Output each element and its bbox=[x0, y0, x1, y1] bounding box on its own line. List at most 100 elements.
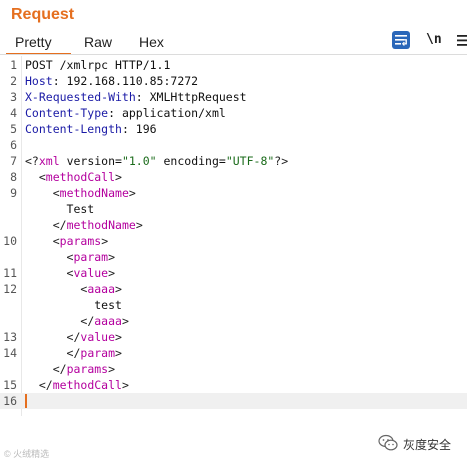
code-line[interactable]: 1 POST /xmlrpc HTTP/1.1 bbox=[0, 57, 467, 73]
code-line[interactable]: 3 X-Requested-With: XMLHttpRequest bbox=[0, 89, 467, 105]
line-number: 16 bbox=[3, 394, 17, 408]
xml-tag-name: params bbox=[66, 362, 109, 376]
code-line[interactable]: 9 <methodName> bbox=[0, 185, 467, 201]
code-line[interactable]: 7 <?xml version="1.0" encoding="UTF-8"?> bbox=[0, 153, 467, 169]
line-content: </methodName> bbox=[25, 217, 143, 233]
line-number: 4 bbox=[10, 106, 17, 120]
xml-tag-name: xml bbox=[38, 154, 60, 168]
xml-punctuation: </ bbox=[66, 330, 81, 344]
xml-punctuation: > bbox=[128, 186, 136, 200]
code-line[interactable]: 11 <value> bbox=[0, 265, 467, 281]
xml-tag-name: param bbox=[73, 250, 109, 264]
xml-tag-name: value bbox=[80, 330, 116, 344]
xml-tag-name: methodName bbox=[66, 218, 136, 232]
xml-tag-name: param bbox=[80, 346, 116, 360]
brand-name: 灰度安全 bbox=[403, 438, 452, 452]
code-text: : 196 bbox=[121, 122, 157, 136]
code-text: Test bbox=[25, 202, 95, 216]
xml-punctuation: > bbox=[101, 234, 109, 248]
xml-tag-name: methodCall bbox=[52, 378, 122, 392]
line-number: 13 bbox=[3, 330, 17, 344]
line-content: <?xml version="1.0" encoding="UTF-8"?> bbox=[25, 153, 288, 169]
watermark-left: © 火绒精选 bbox=[4, 449, 50, 459]
line-content: Content-Type: application/xml bbox=[25, 105, 226, 121]
request-editor[interactable]: 1 POST /xmlrpc HTTP/1.1 2 Host: 192.168.110… bbox=[0, 56, 467, 416]
line-content: <methodCall> bbox=[25, 169, 122, 185]
header-name: Content-Type bbox=[25, 106, 109, 120]
code-line[interactable]: 4 Content-Type: application/xml bbox=[0, 105, 467, 121]
line-number: 1 bbox=[10, 58, 17, 72]
line-number: 12 bbox=[3, 282, 17, 296]
xml-punctuation: </ bbox=[66, 346, 81, 360]
code-line[interactable]: 2 Host: 192.168.110.85:7272 bbox=[0, 73, 467, 89]
code-line[interactable]: 12 <aaaa> bbox=[0, 281, 467, 297]
xml-punctuation: < bbox=[38, 170, 46, 184]
watermark-brand: 灰度安全 bbox=[378, 433, 462, 453]
line-content: </methodCall> bbox=[25, 377, 129, 393]
line-number: 7 bbox=[10, 154, 17, 168]
panel-title: Request bbox=[11, 6, 75, 23]
code-line[interactable]: 6 bbox=[0, 137, 467, 153]
line-content: </aaaa> bbox=[25, 313, 129, 329]
code-line[interactable]: </params> bbox=[0, 361, 467, 377]
xml-punctuation: > bbox=[135, 218, 143, 232]
line-number: 6 bbox=[10, 138, 17, 152]
line-number: 2 bbox=[10, 74, 17, 88]
wechat-icon bbox=[378, 434, 398, 451]
line-content: Test bbox=[25, 201, 95, 217]
code-line[interactable]: test bbox=[0, 297, 467, 313]
tab-hex[interactable]: Hex bbox=[139, 34, 164, 50]
code-line[interactable]: Test bbox=[0, 201, 467, 217]
tab-pretty[interactable]: Pretty bbox=[15, 34, 52, 50]
pretty-print-icon bbox=[395, 35, 407, 46]
panel-menu-button[interactable] bbox=[455, 31, 467, 49]
xml-punctuation: > bbox=[108, 362, 116, 376]
xml-punctuation: > bbox=[108, 250, 116, 264]
code-line[interactable]: 5 Content-Length: 196 bbox=[0, 121, 467, 137]
tab-divider bbox=[0, 54, 467, 55]
line-content: </param> bbox=[25, 345, 122, 361]
line-content: <aaaa> bbox=[25, 281, 122, 297]
code-line[interactable]: 13 </value> bbox=[0, 329, 467, 345]
line-content: Host: 192.168.110.85:7272 bbox=[25, 73, 198, 89]
code-line[interactable]: 14 </param> bbox=[0, 345, 467, 361]
line-number: 3 bbox=[10, 90, 17, 104]
tab-raw[interactable]: Raw bbox=[84, 34, 112, 50]
show-newlines-button[interactable]: \n bbox=[426, 31, 446, 49]
xml-punctuation: </ bbox=[80, 314, 95, 328]
code-line[interactable]: 10 <params> bbox=[0, 233, 467, 249]
line-content: <value> bbox=[25, 265, 116, 281]
xml-punctuation: > bbox=[108, 266, 116, 280]
xml-punctuation: <? bbox=[25, 154, 39, 168]
xml-punctuation: </ bbox=[52, 362, 67, 376]
code-line[interactable]: <param> bbox=[0, 249, 467, 265]
xml-tag-name: aaaa bbox=[87, 282, 116, 296]
code-text: test bbox=[25, 298, 122, 312]
xml-tag-name: methodName bbox=[59, 186, 129, 200]
code-line[interactable]: 16 bbox=[0, 393, 467, 409]
attribute-value: "1.0" bbox=[121, 154, 157, 168]
pretty-print-button[interactable] bbox=[392, 31, 410, 49]
code-text: encoding= bbox=[156, 154, 226, 168]
code-text: : XMLHttpRequest bbox=[135, 90, 247, 104]
code-text: : application/xml bbox=[108, 106, 226, 120]
xml-punctuation: </ bbox=[38, 378, 53, 392]
code-line[interactable]: </methodName> bbox=[0, 217, 467, 233]
line-content: <methodName> bbox=[25, 185, 136, 201]
line-number: 8 bbox=[10, 170, 17, 184]
xml-punctuation: > bbox=[115, 170, 122, 184]
code-text: POST /xmlrpc HTTP/1.1 bbox=[25, 58, 171, 72]
code-line[interactable]: </aaaa> bbox=[0, 313, 467, 329]
code-line[interactable]: 8 <methodCall> bbox=[0, 169, 467, 185]
line-content: <param> bbox=[25, 249, 116, 265]
code-line[interactable]: 15 </methodCall> bbox=[0, 377, 467, 393]
